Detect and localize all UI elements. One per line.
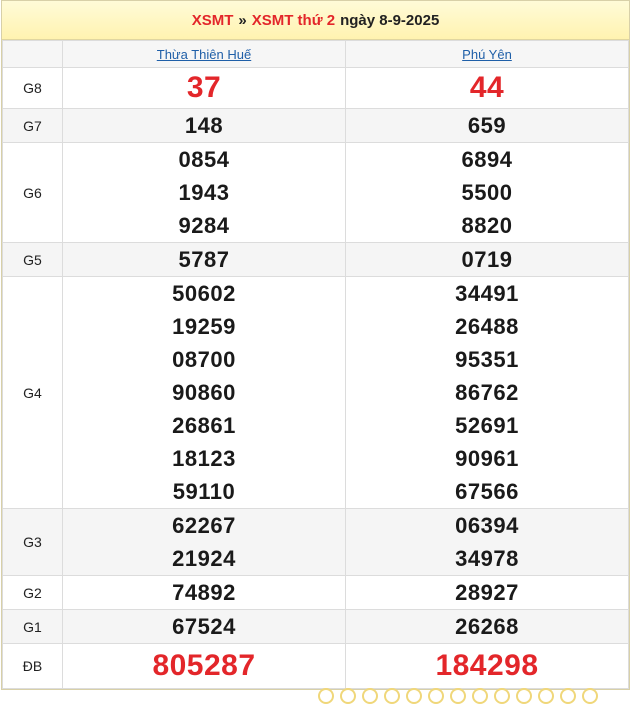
special-result-number: 805287	[152, 649, 256, 682]
prize-label: G4	[2, 276, 63, 509]
dot-icon	[450, 688, 466, 704]
result-cell: 62267 21924	[62, 508, 346, 576]
result-number: 9284	[178, 213, 230, 238]
result-number: 59110	[172, 479, 236, 504]
result-cell: 37	[62, 67, 346, 109]
province-header-1: Thừa Thiên Huế	[62, 40, 346, 68]
breadcrumb-xsmt-link[interactable]: XSMT	[192, 12, 234, 29]
result-number: 0854	[178, 147, 230, 172]
prize-row-g2: G2 74892 28927	[2, 575, 629, 610]
result-number: 90860	[172, 380, 236, 405]
province-header-row: Thừa Thiên Huế Phú Yên	[2, 40, 629, 68]
result-number: 26268	[455, 614, 519, 639]
prize-label: G8	[2, 67, 63, 109]
province-link-2[interactable]: Phú Yên	[462, 47, 512, 62]
result-number: 62267	[172, 513, 236, 538]
dot-icon	[428, 688, 444, 704]
dot-icon	[538, 688, 554, 704]
result-number: 21924	[172, 546, 236, 571]
result-cell: 0854 1943 9284	[62, 142, 346, 243]
dot-icon	[406, 688, 422, 704]
result-cell: 44	[345, 67, 629, 109]
prize-row-g8: G8 37 44	[2, 67, 629, 109]
result-cell: 184298	[345, 643, 629, 689]
result-cell: 50602 19259 08700 90860 26861 18123 5911…	[62, 276, 346, 509]
prize-row-g4: G4 50602 19259 08700 90860 26861 18123 5…	[2, 276, 629, 509]
result-number: 08700	[172, 347, 236, 372]
result-cell: 0719	[345, 242, 629, 277]
title-bar: XSMT » XSMT thứ 2 ngày 8-9-2025	[2, 1, 629, 40]
dot-icon	[560, 688, 576, 704]
result-cell: 74892	[62, 575, 346, 610]
prize-label: G5	[2, 242, 63, 277]
result-number: 0719	[461, 247, 513, 272]
prize-label: G2	[2, 575, 63, 610]
result-number: 26488	[455, 314, 519, 339]
prize-label: G7	[2, 108, 63, 143]
result-number: 95351	[455, 347, 519, 372]
dot-icon	[494, 688, 510, 704]
breadcrumb-separator: »	[238, 11, 247, 29]
result-number: 90961	[455, 446, 519, 471]
result-number: 52691	[455, 413, 519, 438]
result-cell: 28927	[345, 575, 629, 610]
result-cell: 6894 5500 8820	[345, 142, 629, 243]
prize-column-header	[2, 40, 63, 68]
result-number: 148	[184, 113, 224, 138]
prize-row-g6: G6 0854 1943 9284 6894 5500 8820	[2, 142, 629, 243]
prize-row-special: ĐB 805287 184298	[2, 643, 629, 689]
special-result-number: 184298	[435, 649, 539, 682]
result-number: 67524	[172, 614, 236, 639]
prize-row-g5: G5 5787 0719	[2, 242, 629, 277]
loading-dots-decoration	[318, 688, 618, 704]
dot-icon	[384, 688, 400, 704]
dot-icon	[472, 688, 488, 704]
draw-date: ngày 8-9-2025	[340, 11, 440, 29]
dot-icon	[318, 688, 334, 704]
result-number: 34978	[455, 546, 519, 571]
result-number: 67566	[455, 479, 519, 504]
result-number: 1943	[178, 180, 230, 205]
results-table: Thừa Thiên Huế Phú Yên G8 37 44 G7 148 6…	[2, 40, 629, 689]
prize-label: G1	[2, 609, 63, 644]
result-number: 28927	[455, 580, 519, 605]
result-cell: 26268	[345, 609, 629, 644]
result-number: 19259	[172, 314, 236, 339]
results-panel: XSMT » XSMT thứ 2 ngày 8-9-2025 Thừa Thi…	[1, 0, 630, 690]
result-number: 86762	[455, 380, 519, 405]
result-number: 26861	[172, 413, 236, 438]
result-number: 37	[186, 71, 222, 104]
result-cell: 06394 34978	[345, 508, 629, 576]
prize-label: G6	[2, 142, 63, 243]
result-cell: 148	[62, 108, 346, 143]
dot-icon	[362, 688, 378, 704]
result-number: 74892	[172, 580, 236, 605]
province-header-2: Phú Yên	[345, 40, 629, 68]
result-number: 18123	[172, 446, 236, 471]
result-number: 5787	[178, 247, 230, 272]
prize-label: G3	[2, 508, 63, 576]
result-number: 50602	[172, 281, 236, 306]
result-cell: 805287	[62, 643, 346, 689]
prize-row-g7: G7 148 659	[2, 108, 629, 143]
province-link-1[interactable]: Thừa Thiên Huế	[157, 47, 251, 62]
result-cell: 5787	[62, 242, 346, 277]
result-number: 44	[469, 71, 505, 104]
result-number: 659	[467, 113, 507, 138]
result-cell: 659	[345, 108, 629, 143]
prize-row-g1: G1 67524 26268	[2, 609, 629, 644]
dot-icon	[340, 688, 356, 704]
result-number: 06394	[455, 513, 519, 538]
result-number: 5500	[461, 180, 513, 205]
result-cell: 67524	[62, 609, 346, 644]
result-number: 34491	[455, 281, 519, 306]
result-number: 8820	[461, 213, 513, 238]
prize-label: ĐB	[2, 643, 63, 689]
dot-icon	[516, 688, 532, 704]
dot-icon	[582, 688, 598, 704]
result-cell: 34491 26488 95351 86762 52691 90961 6756…	[345, 276, 629, 509]
breadcrumb-xsmt-thu2-link[interactable]: XSMT thứ 2	[252, 12, 335, 29]
result-number: 6894	[461, 147, 513, 172]
prize-row-g3: G3 62267 21924 06394 34978	[2, 508, 629, 576]
